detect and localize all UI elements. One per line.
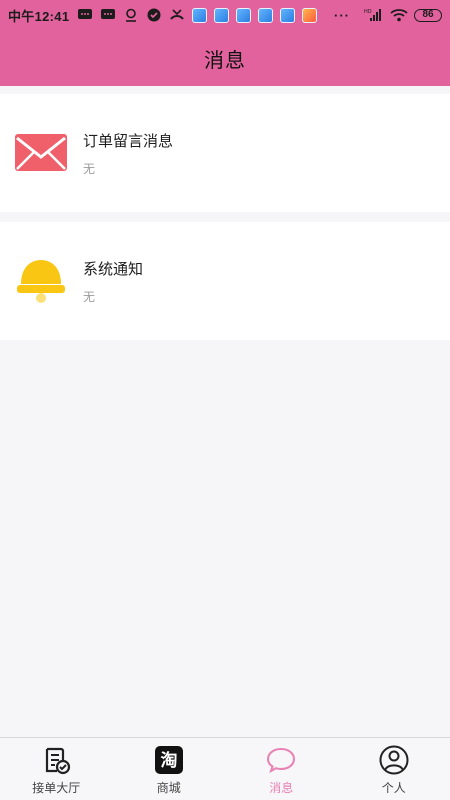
- message-icon: [78, 9, 93, 19]
- missed-call-icon: [170, 9, 185, 20]
- tab-order-hall-label: 接单大厅: [32, 781, 81, 795]
- tab-order-hall[interactable]: 接单大厅: [0, 738, 113, 800]
- order-messages-text: 订单留言消息 无: [83, 130, 173, 177]
- order-hall-icon: [46, 747, 71, 775]
- signal-icon: HD: [364, 9, 381, 21]
- system-notices-card[interactable]: 系统通知 无: [0, 222, 450, 340]
- system-notices-text: 系统通知 无: [83, 258, 143, 305]
- tab-shop[interactable]: 淘 商城: [113, 738, 226, 800]
- battery-indicator: 86: [414, 8, 442, 22]
- status-right: ··· HD 86: [334, 8, 442, 23]
- message-icon: [101, 9, 116, 19]
- tab-messages[interactable]: 消息: [225, 738, 338, 800]
- order-messages-title: 订单留言消息: [83, 132, 174, 150]
- user-profile-icon: [379, 745, 409, 775]
- order-messages-card[interactable]: 订单留言消息 无: [0, 94, 450, 212]
- status-bar: 中午12:41 ··· HD 86: [0, 0, 450, 30]
- system-notices-subtitle: 无: [83, 289, 96, 304]
- svg-text:HD: HD: [364, 9, 372, 15]
- status-time: 中午12:41: [8, 8, 70, 24]
- bell-icon: [14, 254, 68, 308]
- bottom-nav: 接单大厅 淘 商城 消息 个人: [0, 737, 450, 800]
- top-header: 消息: [0, 30, 450, 86]
- tab-profile[interactable]: 个人: [338, 738, 450, 800]
- envelope-icon: [14, 126, 68, 180]
- app-notification-icon: [302, 7, 318, 23]
- notification-icons: [77, 7, 318, 23]
- app-notification-icon: [192, 7, 208, 23]
- app-notification-icon: [280, 7, 296, 23]
- tab-profile-label: 个人: [381, 781, 406, 795]
- more-notifications-icon: ···: [334, 7, 350, 23]
- svg-text:淘: 淘: [160, 750, 177, 771]
- system-notices-title: 系统通知: [83, 260, 144, 278]
- chat-bubble-icon: [267, 747, 296, 774]
- location-pin-icon: [126, 8, 137, 22]
- page-title: 消息: [204, 49, 246, 72]
- check-circle-icon: [147, 8, 161, 22]
- tab-messages-label: 消息: [269, 781, 294, 795]
- tab-shop-label: 商城: [156, 781, 181, 795]
- order-messages-subtitle: 无: [83, 161, 96, 176]
- app-notification-icon: [236, 7, 252, 23]
- taobao-shop-icon: 淘: [154, 746, 183, 774]
- wifi-icon: [390, 9, 408, 22]
- app-notification-icon: [214, 7, 230, 23]
- app-notification-icon: [258, 7, 274, 23]
